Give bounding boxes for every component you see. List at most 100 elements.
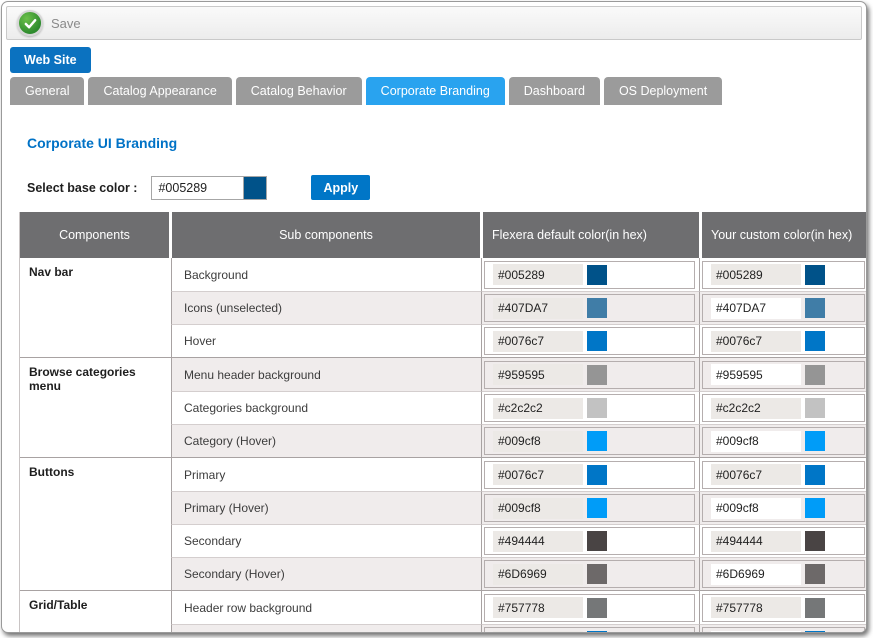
custom-color-cell <box>699 458 867 491</box>
custom-color-box <box>702 494 865 522</box>
custom-color-swatch[interactable] <box>805 365 825 385</box>
sub-component-cell: Hover <box>171 324 481 357</box>
custom-color-swatch[interactable] <box>805 564 825 584</box>
sub-component-cell: Secondary <box>171 524 481 557</box>
component-cell: Buttons <box>20 458 171 590</box>
custom-color-cell <box>699 358 867 391</box>
sub-component-cell: Menu header background <box>171 358 481 391</box>
default-color-swatch <box>587 265 607 285</box>
default-color-swatch <box>587 564 607 584</box>
default-color-box <box>484 527 695 555</box>
default-color-swatch <box>587 498 607 518</box>
default-color-cell <box>481 458 699 491</box>
custom-hex-input[interactable] <box>711 431 801 452</box>
default-hex-input <box>493 597 583 618</box>
custom-hex-input[interactable] <box>711 331 801 352</box>
custom-color-swatch[interactable] <box>805 465 825 485</box>
default-color-box <box>484 427 695 455</box>
settings-window: Save Web Site GeneralCatalog AppearanceC… <box>1 1 867 633</box>
tab-os-deployment[interactable]: OS Deployment <box>604 77 722 105</box>
tab-corporate-branding[interactable]: Corporate Branding <box>366 77 505 105</box>
default-color-swatch <box>587 631 607 633</box>
toolbar: Save <box>6 6 862 40</box>
custom-hex-input[interactable] <box>711 631 801 634</box>
custom-color-box <box>702 427 865 455</box>
header-default-color: Flexera default color(in hex) <box>483 212 699 258</box>
default-color-box <box>484 461 695 489</box>
default-color-box <box>484 394 695 422</box>
custom-color-box <box>702 294 865 322</box>
default-color-cell <box>481 391 699 424</box>
default-color-swatch <box>587 465 607 485</box>
custom-color-swatch[interactable] <box>805 598 825 618</box>
default-color-cell <box>481 557 699 590</box>
default-hex-input <box>493 564 583 585</box>
custom-color-swatch[interactable] <box>805 498 825 518</box>
custom-color-cell <box>699 591 867 624</box>
default-hex-input <box>493 331 583 352</box>
branding-table: Components Sub components Flexera defaul… <box>19 212 867 633</box>
default-color-box <box>484 261 695 289</box>
custom-hex-input[interactable] <box>711 531 801 552</box>
default-color-box <box>484 494 695 522</box>
sub-component-cell: Category (Hover) <box>171 424 481 457</box>
tab-catalog-appearance[interactable]: Catalog Appearance <box>88 77 231 105</box>
default-color-cell <box>481 424 699 457</box>
custom-hex-input[interactable] <box>711 564 801 585</box>
sub-component-cell: Primary <box>171 458 481 491</box>
default-color-swatch <box>587 531 607 551</box>
default-color-cell <box>481 491 699 524</box>
custom-color-box <box>702 527 865 555</box>
tab-web-site[interactable]: Web Site <box>10 47 91 73</box>
custom-hex-input[interactable] <box>711 298 801 319</box>
custom-color-swatch[interactable] <box>805 531 825 551</box>
save-check-icon <box>17 10 43 36</box>
custom-hex-input[interactable] <box>711 364 801 385</box>
custom-color-swatch[interactable] <box>805 631 825 633</box>
default-color-cell <box>481 291 699 324</box>
custom-hex-input[interactable] <box>711 597 801 618</box>
base-color-input[interactable] <box>151 176 244 200</box>
custom-color-box <box>702 594 865 622</box>
custom-hex-input[interactable] <box>711 498 801 519</box>
custom-color-swatch[interactable] <box>805 331 825 351</box>
custom-hex-input[interactable] <box>711 398 801 419</box>
component-group: Grid/TableHeader row backgroundSelected … <box>20 591 867 633</box>
save-button[interactable]: Save <box>17 10 81 36</box>
custom-color-box <box>702 461 865 489</box>
default-color-cell <box>481 624 699 633</box>
custom-hex-input[interactable] <box>711 464 801 485</box>
default-color-box <box>484 594 695 622</box>
component-cell: Nav bar <box>20 258 171 357</box>
custom-color-swatch[interactable] <box>805 398 825 418</box>
custom-color-cell <box>699 391 867 424</box>
component-group: Nav barBackgroundIcons (unselected)Hover <box>20 258 867 358</box>
apply-button[interactable]: Apply <box>311 175 370 200</box>
base-color-label: Select base color : <box>27 181 137 195</box>
tab-dashboard[interactable]: Dashboard <box>509 77 600 105</box>
default-color-cell <box>481 524 699 557</box>
tab-general[interactable]: General <box>10 77 84 105</box>
sub-component-cell: Selected row background <box>171 624 481 633</box>
tab-catalog-behavior[interactable]: Catalog Behavior <box>236 77 362 105</box>
custom-color-cell <box>699 557 867 590</box>
default-color-box <box>484 627 695 633</box>
custom-color-swatch[interactable] <box>805 265 825 285</box>
sub-component-cell: Primary (Hover) <box>171 491 481 524</box>
default-hex-input <box>493 531 583 552</box>
custom-color-swatch[interactable] <box>805 431 825 451</box>
tab-bar: GeneralCatalog AppearanceCatalog Behavio… <box>10 77 866 105</box>
default-color-swatch <box>587 365 607 385</box>
header-sub-components: Sub components <box>172 212 480 258</box>
custom-hex-input[interactable] <box>711 264 801 285</box>
component-group: ButtonsPrimaryPrimary (Hover)SecondarySe… <box>20 458 867 591</box>
sub-component-cell: Header row background <box>171 591 481 624</box>
default-hex-input <box>493 298 583 319</box>
default-color-box <box>484 560 695 588</box>
default-color-swatch <box>587 298 607 318</box>
base-color-swatch[interactable] <box>243 176 267 200</box>
custom-color-swatch[interactable] <box>805 298 825 318</box>
page-title: Corporate UI Branding <box>27 135 866 151</box>
component-cell: Grid/Table <box>20 591 171 633</box>
default-hex-input <box>493 498 583 519</box>
